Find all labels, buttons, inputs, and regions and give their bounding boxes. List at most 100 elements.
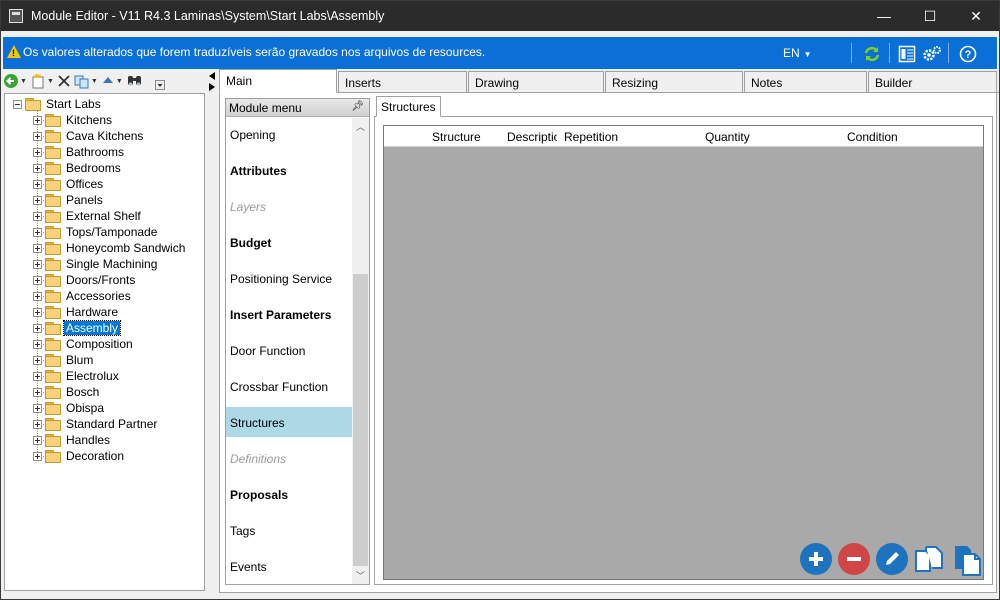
scroll-thumb[interactable] [353,274,368,566]
expand-icon[interactable] [33,339,42,349]
menu-item[interactable]: Tags [226,515,352,545]
tree-node[interactable]: Assembly [33,320,122,336]
column-header-structure[interactable]: Structure [432,130,492,144]
expand-icon[interactable] [33,355,42,365]
add-structure-button[interactable] [800,543,832,575]
expand-icon[interactable] [33,451,42,461]
panel-splitter[interactable] [206,71,218,93]
tree-root[interactable]: Start Labs [13,96,103,112]
back-button[interactable]: ▼ [3,72,27,90]
copy-button[interactable]: ▼ [74,72,98,90]
tree-node[interactable]: Blum [33,352,95,368]
expand-icon[interactable] [33,275,42,285]
scroll-up-arrow-icon[interactable]: ︿ [352,118,369,135]
tree-node[interactable]: Offices [33,176,105,192]
menu-item[interactable]: Opening [226,119,352,149]
tree-node[interactable]: Panels [33,192,105,208]
scroll-down-arrow-icon[interactable]: ﹀ [352,567,369,584]
tree-node[interactable]: Electrolux [33,368,121,384]
column-header-description[interactable]: Description [507,130,557,144]
menu-item[interactable]: Positioning Service [226,263,352,293]
menu-scrollbar[interactable]: ︿ ﹀ [352,118,369,584]
expand-icon[interactable] [33,419,42,429]
maximize-button[interactable]: ☐ [907,1,953,31]
expand-icon[interactable] [33,387,42,397]
menu-item[interactable]: Attributes [226,155,352,185]
paste-structure-button[interactable] [951,543,985,577]
tree-node[interactable]: Single Machining [33,256,159,272]
tree-node[interactable]: Cava Kitchens [33,128,145,144]
expand-icon[interactable] [33,195,42,205]
delete-button[interactable] [57,72,71,90]
menu-item[interactable]: Crossbar Function [226,371,352,401]
tree-node[interactable]: Standard Partner [33,416,159,432]
expand-icon[interactable] [33,227,42,237]
module-tree[interactable]: Start Labs Kitchens Cava Kitchens Bathrooms… [4,93,205,591]
minimize-button[interactable]: — [861,1,907,31]
expand-icon[interactable] [33,323,42,333]
tab-resizing[interactable]: Resizing [605,71,743,93]
tab-inserts[interactable]: Inserts [338,71,467,93]
tree-node[interactable]: Tops/Tamponade [33,224,159,240]
expand-icon[interactable] [33,307,42,317]
tab-drawing[interactable]: Drawing [468,71,604,93]
expand-icon[interactable] [33,163,42,173]
duplicate-structure-button[interactable] [913,543,947,577]
tree-node[interactable]: Honeycomb Sandwich [33,240,187,256]
tree-node[interactable]: Kitchens [33,112,114,128]
tree-node[interactable]: Bosch [33,384,101,400]
expand-icon[interactable] [33,243,42,253]
toolbar-overflow-button[interactable] [154,76,165,94]
tab-notes[interactable]: Notes [744,71,867,93]
menu-item[interactable]: Layers [226,191,352,221]
help-button[interactable]: ? [957,43,979,65]
tree-node[interactable]: Accessories [33,288,133,304]
expand-icon[interactable] [33,259,42,269]
menu-item[interactable]: Insert Parameters [226,299,352,329]
expand-icon[interactable] [33,403,42,413]
expand-icon[interactable] [33,435,42,445]
tree-node[interactable]: Doors/Fronts [33,272,137,288]
settings-button[interactable] [921,43,943,65]
close-button[interactable]: ✕ [953,1,999,31]
menu-item[interactable]: Structures [226,407,352,437]
tree-node[interactable]: Decoration [33,448,126,464]
column-header-quantity[interactable]: Quantity [705,130,765,144]
expand-icon[interactable] [33,291,42,301]
collapse-icon[interactable] [13,99,22,109]
tree-node[interactable]: Bathrooms [33,144,126,160]
tree-node[interactable]: Handles [33,432,112,448]
menu-item[interactable]: Proposals [226,479,352,509]
column-header-repetition[interactable]: Repetition [564,130,634,144]
expand-icon[interactable] [33,131,42,141]
menu-item[interactable]: Budget [226,227,352,257]
expand-icon[interactable] [33,211,42,221]
menu-item[interactable]: Definitions [226,443,352,473]
layout-button[interactable] [896,43,918,65]
tree-node[interactable]: Composition [33,336,135,352]
find-button[interactable] [126,72,144,90]
structures-grid[interactable]: Structure Description Repetition Quantit… [383,125,984,580]
tab-builder[interactable]: Builder [868,71,997,93]
menu-item[interactable]: Door Function [226,335,352,365]
menu-item[interactable]: Events [226,551,352,581]
tree-node[interactable]: External Shelf [33,208,143,224]
language-selector[interactable]: EN ▼ [783,46,812,60]
expand-icon[interactable] [33,371,42,381]
move-up-button[interactable]: ▼ [101,72,123,90]
expand-icon[interactable] [33,179,42,189]
expand-icon[interactable] [33,115,42,125]
tree-node[interactable]: Hardware [33,304,120,320]
tab-main[interactable]: Main [219,69,337,93]
remove-structure-button[interactable] [838,543,870,575]
refresh-button[interactable] [861,43,883,65]
tab-structures[interactable]: Structures [376,96,441,117]
tab-label: Inserts [345,76,382,90]
new-button[interactable]: ▼ [30,72,54,90]
tree-node[interactable]: Bedrooms [33,160,123,176]
tree-node[interactable]: Obispa [33,400,106,416]
pin-icon[interactable]: 📌︎ [351,101,364,112]
expand-icon[interactable] [33,147,42,157]
edit-structure-button[interactable] [876,543,908,575]
column-header-condition[interactable]: Condition [847,130,917,144]
